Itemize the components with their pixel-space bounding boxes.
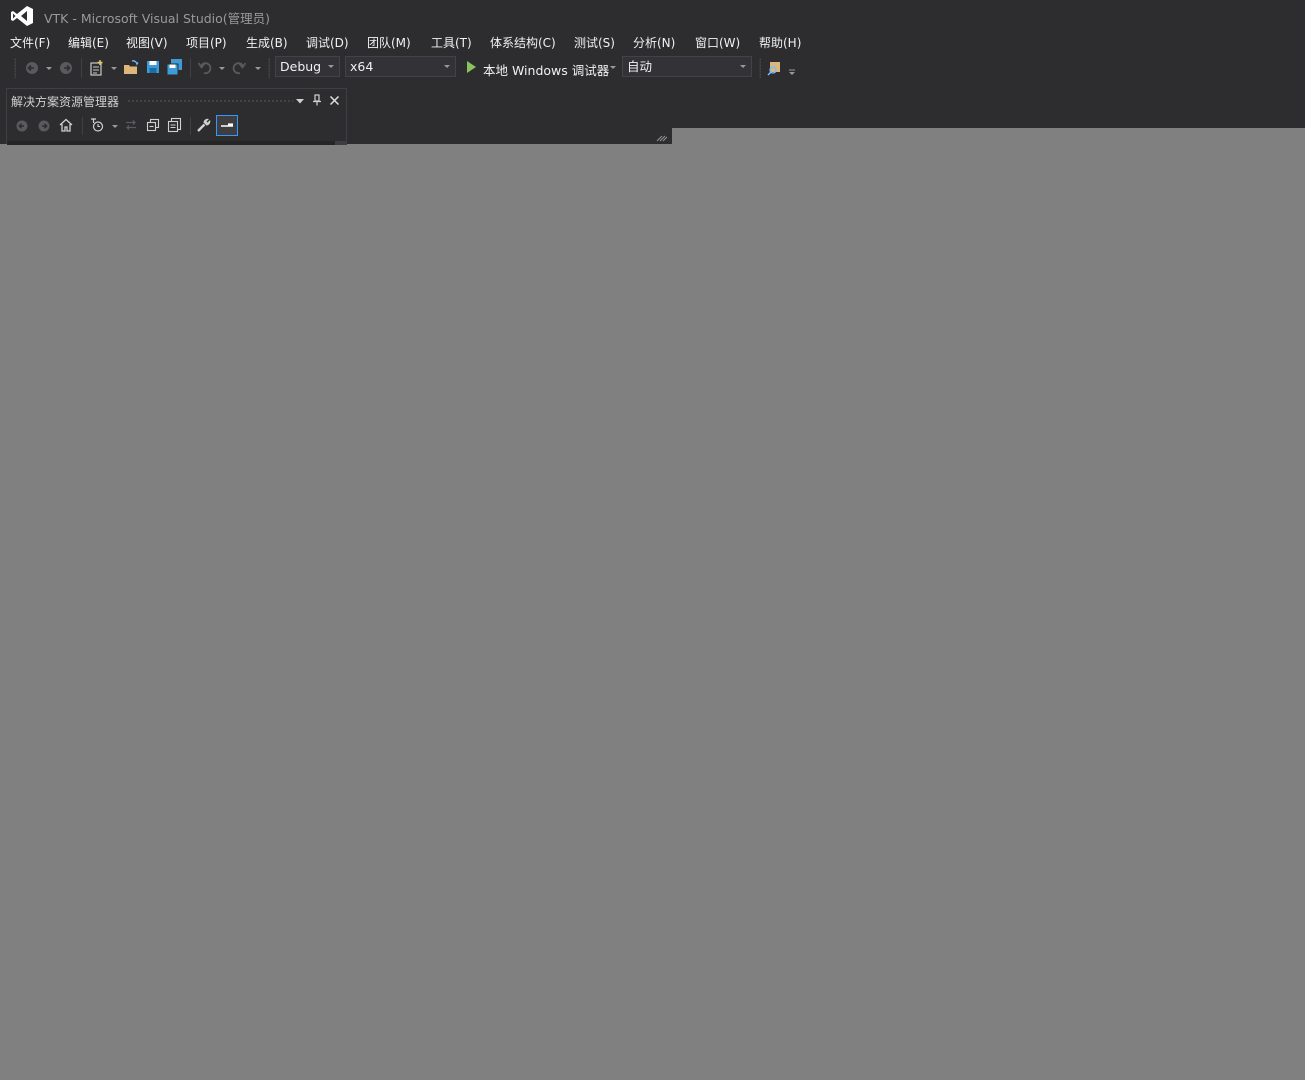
menu-help[interactable]: 帮助(H) — [759, 34, 801, 51]
start-debugging-icon[interactable] — [465, 60, 477, 74]
solution-explorer-title: 解决方案资源管理器 — [11, 95, 120, 109]
find-in-files-icon[interactable] — [766, 59, 784, 77]
chevron-down-icon — [444, 65, 450, 68]
solution-configuration-combo[interactable]: Debug — [275, 56, 340, 77]
toolbar-grip[interactable] — [759, 58, 761, 78]
resize-grip-icon[interactable] — [656, 134, 668, 142]
undo-dropdown-icon[interactable] — [219, 67, 225, 70]
toolbar-grip[interactable] — [268, 58, 270, 78]
menu-team[interactable]: 团队(M) — [367, 34, 411, 51]
debug-target-combo[interactable]: 自动 — [622, 56, 752, 77]
navigate-back-icon[interactable] — [24, 60, 40, 76]
start-debugging-button[interactable]: 本地 Windows 调试器 — [483, 60, 609, 79]
toolbar-options-icon[interactable] — [788, 69, 796, 77]
properties-wrench-icon[interactable] — [196, 117, 212, 133]
undo-icon[interactable] — [197, 60, 213, 76]
show-all-files-icon[interactable] — [167, 117, 183, 133]
solution-platform-value: x64 — [350, 59, 374, 74]
home-icon[interactable] — [58, 117, 74, 133]
menu-window[interactable]: 窗口(W) — [695, 34, 740, 51]
toolbar-separator — [190, 58, 191, 78]
close-icon[interactable] — [329, 95, 340, 106]
menu-project[interactable]: 项目(P) — [186, 34, 227, 51]
menu-architecture[interactable]: 体系结构(C) — [490, 34, 556, 51]
menu-tools[interactable]: 工具(T) — [431, 34, 472, 51]
standard-toolbar: Debug x64 本地 Windows 调试器 自动 — [0, 54, 820, 82]
open-file-icon[interactable] — [122, 59, 140, 77]
sync-with-active-document-icon[interactable] — [124, 118, 138, 132]
window-position-dropdown-icon[interactable] — [295, 96, 305, 106]
panel-drag-grip[interactable] — [127, 99, 293, 104]
navigate-forward-icon[interactable] — [58, 60, 74, 76]
menu-build[interactable]: 生成(B) — [246, 34, 288, 51]
menu-debug[interactable]: 调试(D) — [306, 34, 349, 51]
toolbar-separator — [81, 58, 82, 78]
debug-target-value: 自动 — [627, 59, 653, 74]
preview-selected-items-icon[interactable] — [216, 115, 238, 136]
collapse-all-icon[interactable] — [146, 118, 160, 132]
new-project-dropdown-icon[interactable] — [111, 67, 117, 70]
debugger-dropdown-icon[interactable] — [610, 66, 616, 69]
redo-dropdown-icon[interactable] — [255, 67, 261, 70]
chevron-down-icon — [328, 65, 334, 68]
title-bar: VTK - Microsoft Visual Studio(管理员) — [0, 0, 1305, 32]
toolbar-separator — [190, 117, 191, 135]
chevron-down-icon — [740, 65, 746, 68]
menu-analyze[interactable]: 分析(N) — [633, 34, 675, 51]
save-icon[interactable] — [145, 59, 161, 75]
new-project-icon[interactable] — [88, 59, 106, 77]
menu-bar: 文件(F) 编辑(E) 视图(V) 项目(P) 生成(B) 调试(D) 团队(M… — [0, 32, 900, 52]
menu-view[interactable]: 视图(V) — [126, 34, 168, 51]
window-title: VTK - Microsoft Visual Studio(管理员) — [44, 11, 271, 26]
filter-dropdown-icon[interactable] — [112, 125, 118, 128]
menu-test[interactable]: 测试(S) — [574, 34, 615, 51]
back-icon[interactable] — [15, 119, 29, 133]
menu-file[interactable]: 文件(F) — [10, 34, 50, 51]
redo-icon[interactable] — [231, 60, 247, 76]
toolbar-separator — [82, 117, 83, 135]
solution-explorer-scrollbar[interactable] — [335, 141, 347, 145]
save-all-icon[interactable] — [166, 58, 184, 76]
solution-explorer-panel: 解决方案资源管理器 — [6, 88, 347, 145]
forward-icon[interactable] — [37, 119, 51, 133]
navigate-back-dropdown-icon[interactable] — [46, 67, 52, 70]
pending-changes-filter-icon[interactable] — [89, 117, 105, 133]
visual-studio-logo-icon — [11, 6, 33, 26]
solution-explorer-tree-area[interactable] — [7, 141, 335, 145]
toolbar-grip[interactable] — [14, 58, 16, 78]
solution-configuration-value: Debug — [280, 59, 322, 74]
menu-edit[interactable]: 编辑(E) — [68, 34, 109, 51]
pin-icon[interactable] — [312, 94, 322, 106]
solution-platform-combo[interactable]: x64 — [345, 56, 456, 77]
